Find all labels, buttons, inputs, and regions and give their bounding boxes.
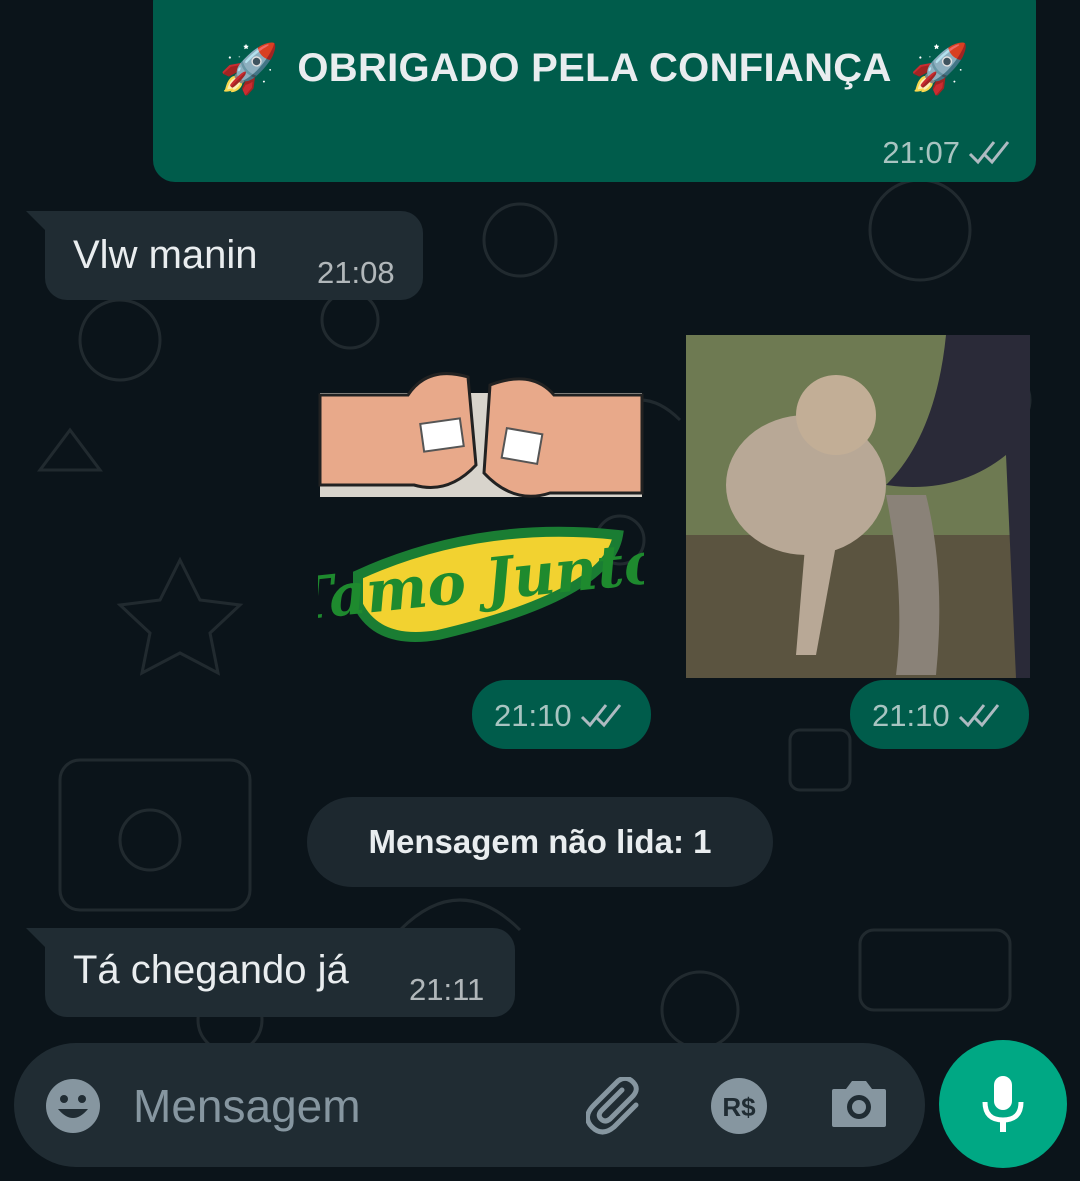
sticker-tamo-junto[interactable]: Tamo Junto	[288, 355, 665, 665]
message-time: 21:08	[317, 255, 395, 290]
message-bubble-incoming[interactable]: Tá chegando já 21:11	[45, 928, 515, 1017]
attach-icon[interactable]	[586, 1077, 648, 1135]
rocket-emoji: 🚀	[909, 43, 970, 96]
dog-gif-frame	[686, 335, 1030, 678]
message-time: 21:10	[872, 698, 950, 733]
emoji-icon[interactable]	[44, 1077, 102, 1135]
payment-icon[interactable]: R$	[710, 1077, 768, 1135]
message-text: Tá chegando já	[73, 948, 349, 992]
svg-text:R$: R$	[722, 1092, 756, 1122]
fist-bump-image: Tamo Junto	[288, 372, 665, 642]
message-bubble-incoming[interactable]: Vlw manin 21:08	[45, 211, 423, 300]
message-composer: Mensagem R$	[14, 1043, 925, 1167]
rocket-emoji: 🚀	[219, 43, 280, 96]
message-time-pill: 21:10	[472, 680, 651, 749]
message-text: 🚀 OBRIGADO PELA CONFIANÇA 🚀	[153, 40, 1036, 97]
message-time: 21:07	[882, 135, 1012, 171]
message-bubble-outgoing[interactable]: 🚀 OBRIGADO PELA CONFIANÇA 🚀 21:07	[153, 0, 1036, 182]
unread-messages-divider: Mensagem não lida: 1	[307, 797, 773, 887]
mic-icon	[982, 1076, 1024, 1132]
double-check-icon	[968, 141, 1010, 165]
message-input[interactable]: Mensagem	[133, 1079, 361, 1133]
gif-image-dog[interactable]	[686, 335, 1030, 678]
message-time: 21:10	[494, 698, 572, 733]
camera-icon[interactable]	[830, 1077, 888, 1129]
voice-message-button[interactable]	[939, 1040, 1067, 1168]
double-check-icon	[580, 704, 621, 728]
message-time-pill: 21:10	[850, 680, 1029, 749]
message-text: Vlw manin	[73, 233, 258, 277]
message-time: 21:11	[409, 972, 485, 1007]
double-check-icon	[958, 704, 999, 728]
